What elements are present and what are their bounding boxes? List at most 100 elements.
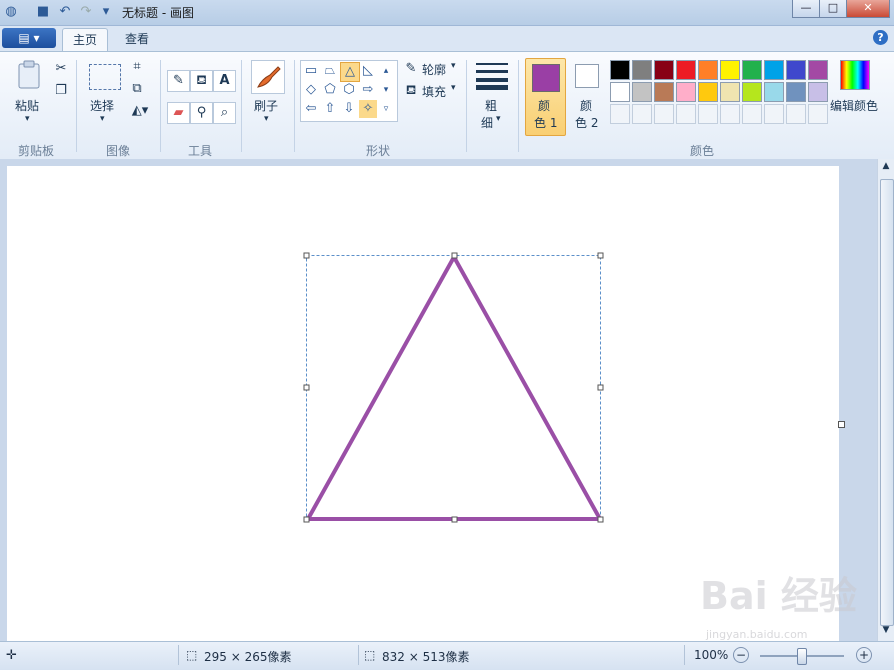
customize-toolbar-icon[interactable]: ▾ <box>98 4 114 20</box>
pencil-icon[interactable]: ✎ <box>167 70 190 92</box>
paint-app-icon[interactable]: ◍ <box>3 4 19 20</box>
edit-colors-button[interactable]: 编辑颜色 <box>830 97 878 114</box>
crop-icon[interactable]: ⌗ <box>128 58 146 76</box>
custom-color-slot[interactable] <box>610 104 630 124</box>
resize-handle[interactable] <box>451 516 458 523</box>
fill-button[interactable]: 填充 <box>422 83 446 100</box>
paste-icon[interactable] <box>16 60 42 90</box>
up-arrow-shape-icon[interactable]: ⇧ <box>321 100 339 118</box>
resize-handle[interactable] <box>303 384 310 391</box>
palette-color-swatch[interactable] <box>720 60 740 80</box>
line-size-icon[interactable] <box>476 62 508 90</box>
palette-color-swatch[interactable] <box>742 60 762 80</box>
shapes-scroll-down-icon[interactable]: ▾ <box>379 81 393 99</box>
scroll-down-icon[interactable]: ▼ <box>879 625 893 639</box>
vertical-scrollbar[interactable]: ▲ ▼ <box>877 159 894 641</box>
purple-triangle-shape[interactable] <box>304 252 604 521</box>
fill-icon[interactable]: ⛾ <box>402 82 420 100</box>
resize-handle[interactable] <box>597 384 604 391</box>
zoom-out-button[interactable]: − <box>733 647 749 663</box>
palette-color-swatch[interactable] <box>610 60 630 80</box>
custom-color-slot[interactable] <box>808 104 828 124</box>
palette-color-swatch[interactable] <box>764 60 784 80</box>
select-dropdown-arrow-icon[interactable]: ▾ <box>100 114 105 124</box>
palette-color-swatch[interactable] <box>742 82 762 102</box>
maximize-button[interactable]: □ <box>819 0 847 18</box>
paint-menu-button[interactable]: ▤ ▾ <box>2 28 56 48</box>
right-triangle-shape-icon[interactable]: ◺ <box>359 62 377 80</box>
color2-swatch[interactable] <box>575 64 599 88</box>
resize-handle[interactable] <box>303 516 310 523</box>
polygon-shape-icon[interactable]: ⏢ <box>321 62 339 80</box>
resize-icon[interactable]: ⧉ <box>128 80 146 98</box>
palette-color-swatch[interactable] <box>808 82 828 102</box>
canvas-resize-handle[interactable] <box>838 421 845 428</box>
custom-color-slot[interactable] <box>632 104 652 124</box>
resize-handle[interactable] <box>597 252 604 259</box>
palette-color-swatch[interactable] <box>676 60 696 80</box>
resize-handle[interactable] <box>597 516 604 523</box>
palette-color-swatch[interactable] <box>632 82 652 102</box>
palette-color-swatch[interactable] <box>632 60 652 80</box>
brushes-button[interactable]: 刷子 <box>254 97 278 114</box>
palette-color-swatch[interactable] <box>676 82 696 102</box>
cut-icon[interactable]: ✂ <box>52 60 70 78</box>
copy-icon[interactable]: ❐ <box>52 82 70 100</box>
scroll-up-icon[interactable]: ▲ <box>879 161 893 175</box>
select-button[interactable]: 选择 <box>90 97 114 114</box>
rotate-icon[interactable]: ◭▾ <box>128 102 152 120</box>
scroll-thumb[interactable] <box>880 179 894 626</box>
fill-dropdown-arrow-icon[interactable]: ▾ <box>451 83 456 93</box>
right-arrow-shape-icon[interactable]: ⇨ <box>359 81 377 99</box>
palette-color-swatch[interactable] <box>808 60 828 80</box>
color2-label-line1[interactable]: 颜 <box>580 97 592 114</box>
palette-color-swatch[interactable] <box>786 60 806 80</box>
custom-color-slot[interactable] <box>676 104 696 124</box>
color1-button[interactable]: 颜 色 1 <box>525 58 566 136</box>
select-icon[interactable] <box>89 64 121 90</box>
resize-handle[interactable] <box>303 252 310 259</box>
eraser-icon[interactable]: ▰ <box>167 102 190 124</box>
zoom-in-button[interactable]: + <box>856 647 872 663</box>
palette-color-swatch[interactable] <box>786 82 806 102</box>
palette-color-swatch[interactable] <box>698 82 718 102</box>
undo-icon[interactable]: ↶ <box>57 4 73 20</box>
color2-label-line2[interactable]: 色 2 <box>575 114 598 131</box>
paste-button[interactable]: 粘贴 <box>15 97 39 114</box>
magnifier-icon[interactable]: ⌕ <box>213 102 236 124</box>
brush-icon[interactable] <box>251 60 285 94</box>
resize-handle[interactable] <box>451 252 458 259</box>
palette-color-swatch[interactable] <box>654 60 674 80</box>
text-tool-icon[interactable]: A <box>213 70 236 92</box>
color-spectrum-icon[interactable] <box>840 60 870 90</box>
pentagon-shape-icon[interactable]: ⬠ <box>321 81 339 99</box>
size-button-line1[interactable]: 粗 <box>485 97 497 114</box>
left-arrow-shape-icon[interactable]: ⇦ <box>302 100 320 118</box>
custom-color-slot[interactable] <box>720 104 740 124</box>
save-icon[interactable]: ■ <box>35 4 51 20</box>
custom-color-slot[interactable] <box>698 104 718 124</box>
brushes-dropdown-arrow-icon[interactable]: ▾ <box>264 114 269 124</box>
palette-color-swatch[interactable] <box>654 82 674 102</box>
palette-color-swatch[interactable] <box>764 82 784 102</box>
down-arrow-shape-icon[interactable]: ⇩ <box>340 100 358 118</box>
color-picker-icon[interactable]: ⚲ <box>190 102 213 124</box>
outline-dropdown-arrow-icon[interactable]: ▾ <box>451 61 456 71</box>
close-button[interactable]: ✕ <box>846 0 890 18</box>
size-dropdown-arrow-icon[interactable]: ▾ <box>496 114 501 124</box>
diamond-shape-icon[interactable]: ◇ <box>302 81 320 99</box>
outline-button[interactable]: 轮廓 <box>422 61 446 78</box>
fill-bucket-icon[interactable]: ⛾ <box>190 70 213 92</box>
palette-color-swatch[interactable] <box>720 82 740 102</box>
triangle-shape-icon[interactable]: △ <box>340 62 360 82</box>
zoom-slider-thumb[interactable] <box>797 648 807 665</box>
help-button[interactable]: ? <box>873 30 888 45</box>
redo-icon[interactable]: ↷ <box>78 4 94 20</box>
size-button-line2[interactable]: 细 <box>481 114 493 131</box>
minimize-button[interactable]: — <box>792 0 820 18</box>
custom-color-slot[interactable] <box>764 104 784 124</box>
custom-color-slot[interactable] <box>654 104 674 124</box>
custom-color-slot[interactable] <box>786 104 806 124</box>
shapes-scroll-up-icon[interactable]: ▴ <box>379 62 393 80</box>
outline-icon[interactable]: ✎ <box>402 60 420 78</box>
